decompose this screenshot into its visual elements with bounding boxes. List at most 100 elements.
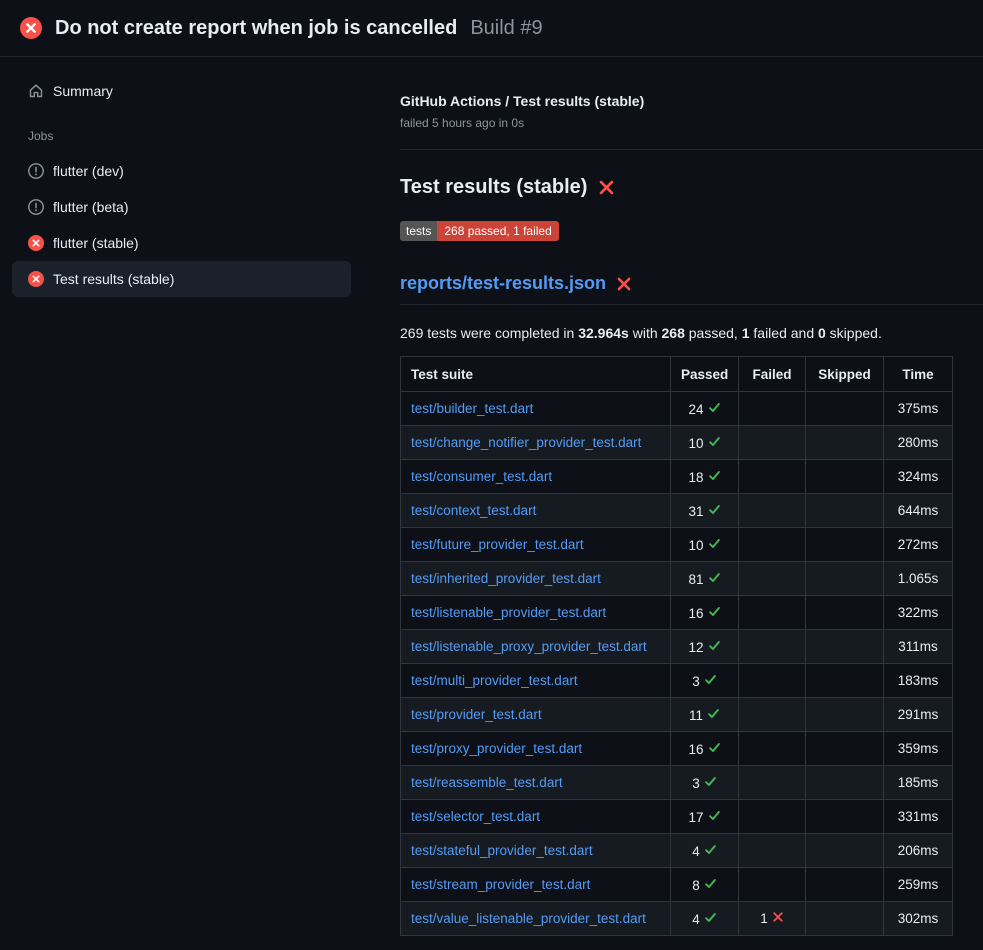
passed-count: 4 — [692, 844, 700, 859]
tests-summary: 269 tests were completed in 32.964s with… — [400, 325, 983, 341]
summary-duration: 32.964s — [578, 325, 629, 341]
test-suite-link[interactable]: test/value_listenable_provider_test.dart — [411, 911, 646, 926]
failed-cell — [739, 698, 806, 732]
cross-icon — [772, 911, 784, 923]
test-suite-link[interactable]: test/stateful_provider_test.dart — [411, 843, 593, 858]
skipped-cell — [806, 834, 884, 868]
check-icon — [708, 741, 721, 754]
time-cell: 259ms — [884, 868, 953, 902]
run-build-number: Build #9 — [470, 17, 542, 40]
test-suite-link[interactable]: test/reassemble_test.dart — [411, 775, 563, 790]
sidebar-item-job-3[interactable]: Test results (stable) — [12, 261, 351, 297]
skipped-cell — [806, 630, 884, 664]
passed-cell: 16 — [671, 596, 739, 630]
passed-cell: 4 — [671, 902, 739, 936]
check-icon — [708, 435, 721, 448]
passed-count: 3 — [692, 674, 700, 689]
test-suite-link[interactable]: test/proxy_provider_test.dart — [411, 741, 582, 756]
sidebar-item-job-1[interactable]: flutter (beta) — [12, 189, 351, 225]
suite-time: 272ms — [898, 537, 939, 552]
failed-icon — [28, 271, 44, 287]
test-suite-link[interactable]: test/future_provider_test.dart — [411, 537, 584, 552]
suite-cell: test/context_test.dart — [401, 494, 671, 528]
skipped-cell — [806, 698, 884, 732]
test-suite-link[interactable]: test/context_test.dart — [411, 503, 536, 518]
warning-icon — [28, 199, 44, 215]
passed-cell: 4 — [671, 834, 739, 868]
table-row: test/consumer_test.dart18324ms — [401, 460, 953, 494]
summary-text: failed and — [750, 325, 819, 341]
failed-cell — [739, 562, 806, 596]
passed-count: 12 — [688, 640, 703, 655]
failed-cell — [739, 800, 806, 834]
failed-cell — [739, 766, 806, 800]
skipped-cell — [806, 392, 884, 426]
column-header-time: Time — [884, 357, 953, 392]
passed-count: 18 — [688, 470, 703, 485]
summary-passed-count: 268 — [662, 325, 685, 341]
test-suite-link[interactable]: test/multi_provider_test.dart — [411, 673, 578, 688]
table-row: test/selector_test.dart17331ms — [401, 800, 953, 834]
summary-skipped-count: 0 — [818, 325, 826, 341]
sidebar-item-summary[interactable]: Summary — [12, 73, 351, 109]
check-icon — [708, 503, 721, 516]
passed-cell: 81 — [671, 562, 739, 596]
failed-icon — [28, 235, 44, 251]
skipped-cell — [806, 766, 884, 800]
passed-count: 3 — [692, 776, 700, 791]
skipped-cell — [806, 732, 884, 766]
passed-cell: 16 — [671, 732, 739, 766]
check-icon — [704, 877, 717, 890]
passed-cell: 18 — [671, 460, 739, 494]
test-suite-link[interactable]: test/provider_test.dart — [411, 707, 542, 722]
breadcrumb: GitHub Actions / Test results (stable) — [400, 93, 983, 109]
badge-value: 268 passed, 1 failed — [437, 221, 558, 241]
suite-cell: test/multi_provider_test.dart — [401, 664, 671, 698]
divider — [400, 149, 983, 150]
sidebar-item-job-0[interactable]: flutter (dev) — [12, 153, 351, 189]
test-suite-link[interactable]: test/selector_test.dart — [411, 809, 540, 824]
test-suite-link[interactable]: test/stream_provider_test.dart — [411, 877, 590, 892]
suite-cell: test/change_notifier_provider_test.dart — [401, 426, 671, 460]
suite-cell: test/listenable_proxy_provider_test.dart — [401, 630, 671, 664]
time-cell: 1.065s — [884, 562, 953, 596]
table-row: test/listenable_provider_test.dart16322m… — [401, 596, 953, 630]
test-suite-link[interactable]: test/change_notifier_provider_test.dart — [411, 435, 641, 450]
test-suite-link[interactable]: test/inherited_provider_test.dart — [411, 571, 601, 586]
table-row: test/builder_test.dart24375ms — [401, 392, 953, 426]
sidebar-item-job-2[interactable]: flutter (stable) — [12, 225, 351, 261]
check-icon — [704, 911, 717, 924]
home-icon — [28, 83, 44, 99]
summary-text: 269 tests were completed in — [400, 325, 578, 341]
suite-time: 280ms — [898, 435, 939, 450]
section-title: Test results (stable) — [400, 176, 983, 199]
table-row: test/reassemble_test.dart3185ms — [401, 766, 953, 800]
skipped-cell — [806, 528, 884, 562]
table-row: test/multi_provider_test.dart3183ms — [401, 664, 953, 698]
suite-time: 206ms — [898, 843, 939, 858]
run-meta: failed 5 hours ago in 0s — [400, 116, 983, 130]
test-suite-link[interactable]: test/consumer_test.dart — [411, 469, 552, 484]
passed-count: 31 — [688, 504, 703, 519]
check-icon — [704, 775, 717, 788]
run-header: Do not create report when job is cancell… — [0, 0, 983, 57]
check-icon — [707, 707, 720, 720]
passed-count: 16 — [688, 606, 703, 621]
section-title-text: Test results (stable) — [400, 176, 587, 199]
test-suite-link[interactable]: test/builder_test.dart — [411, 401, 533, 416]
report-file-link[interactable]: reports/test-results.json — [400, 273, 606, 294]
sidebar: Summary Jobs flutter (dev)flutter (beta)… — [0, 57, 380, 950]
failed-cell — [739, 528, 806, 562]
time-cell: 206ms — [884, 834, 953, 868]
passed-count: 8 — [692, 878, 700, 893]
job-label: flutter (beta) — [53, 199, 128, 215]
check-icon — [708, 605, 721, 618]
suite-cell: test/consumer_test.dart — [401, 460, 671, 494]
test-suite-link[interactable]: test/listenable_provider_test.dart — [411, 605, 606, 620]
passed-count: 17 — [688, 810, 703, 825]
table-row: test/context_test.dart31644ms — [401, 494, 953, 528]
summary-text: with — [629, 325, 662, 341]
time-cell: 291ms — [884, 698, 953, 732]
suite-time: 291ms — [898, 707, 939, 722]
test-suite-link[interactable]: test/listenable_proxy_provider_test.dart — [411, 639, 647, 654]
